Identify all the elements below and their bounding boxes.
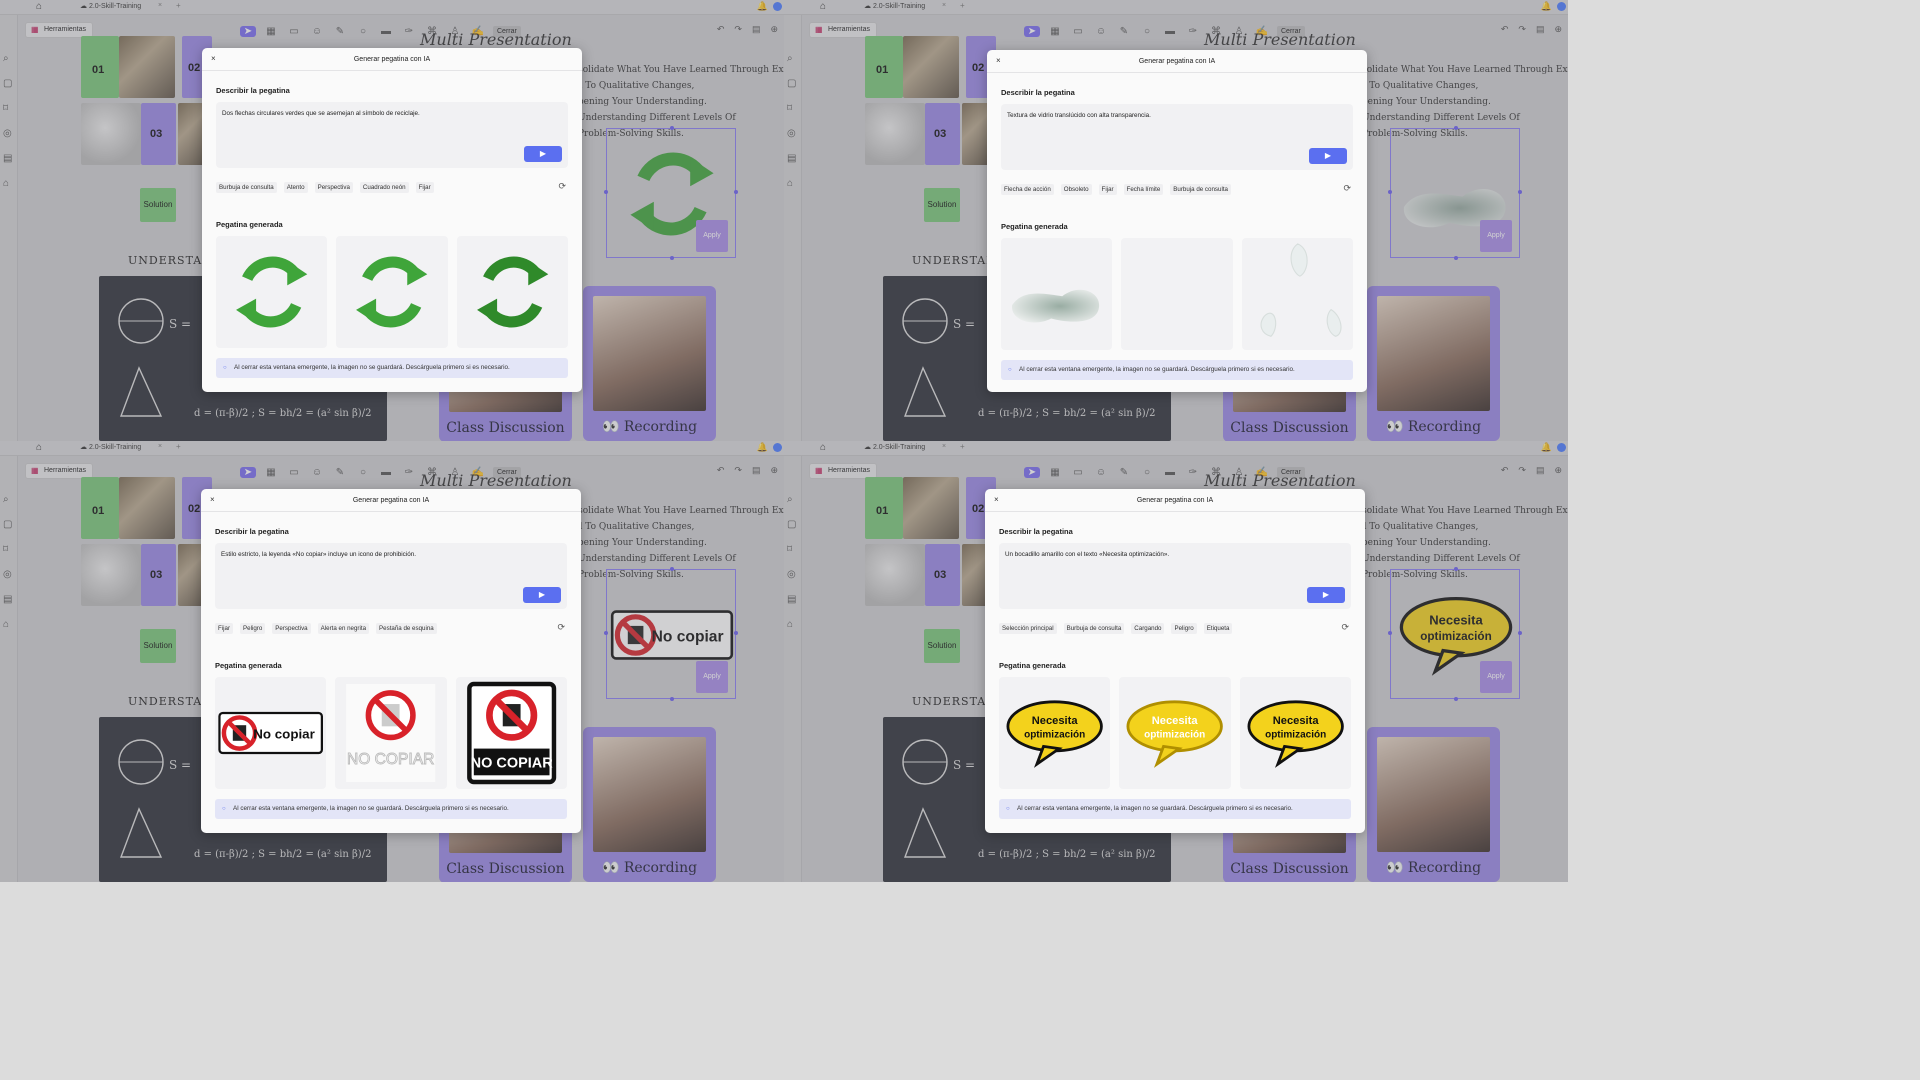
sticker-text-line1: Necesita xyxy=(1272,715,1319,727)
suggestion-chip[interactable]: Peligro xyxy=(240,623,266,634)
suggestion-chip[interactable]: Fecha límite xyxy=(1123,184,1164,195)
sticker-text-line1: Necesita xyxy=(1032,715,1079,727)
screenshot-pane-2: ⌂☁ 2.0-Skill-Training×+🔔⌕▢⌑◎▤⌂Herramient… xyxy=(784,0,1568,441)
suggestion-chip[interactable]: Obsoleto xyxy=(1060,184,1092,195)
ai-sticker-modal: × Generar pegatina con IA Describir la peg… xyxy=(201,489,581,833)
generated-results xyxy=(216,236,568,348)
describe-label: Describir la pegatina xyxy=(1001,88,1075,97)
suggestion-chip[interactable]: Burbuja de consulta xyxy=(1170,184,1231,195)
suggestion-chip[interactable]: Pestaña de esquina xyxy=(376,623,437,634)
generated-sticker-option[interactable]: NO COPIAR xyxy=(335,677,447,789)
suggestion-chip[interactable]: Perspectiva xyxy=(314,182,353,193)
modal-divider xyxy=(985,511,1365,512)
suggestion-chip[interactable]: Burbuja de consulta xyxy=(216,182,277,193)
sticker-text: NO COPIAR xyxy=(347,751,434,768)
modal-divider xyxy=(201,511,581,512)
sticker-text-line2: optimización xyxy=(1144,729,1205,740)
unsaved-warning-note: Al cerrar esta ventana emergente, la ima… xyxy=(216,358,568,378)
suggestion-chip[interactable]: Fijar xyxy=(415,182,434,193)
modal-divider xyxy=(987,72,1367,73)
suggestion-chip[interactable]: Cargando xyxy=(1131,623,1165,634)
prompt-textarea[interactable]: Un bocadillo amarillo con el texto «Nece… xyxy=(999,543,1351,609)
generated-results: No copiar NO COPIAR NO COPIAR xyxy=(215,677,567,789)
ai-sticker-modal: × Generar pegatina con IA Describir la peg… xyxy=(202,48,582,392)
generated-label: Pegatina generada xyxy=(999,661,1066,670)
prompt-textarea[interactable]: Textura de vidrio translúcido con alta t… xyxy=(1001,104,1353,170)
suggestion-chip[interactable]: Selección principal xyxy=(999,623,1057,634)
modal-title: Generar pegatina con IA xyxy=(1138,58,1216,65)
modal-title: Generar pegatina con IA xyxy=(352,497,430,504)
screenshot-pane-1: ⌂☁ 2.0-Skill-Training×+🔔⌕▢⌑◎▤⌂Herramient… xyxy=(0,0,784,441)
suggestion-chip[interactable]: Peligro xyxy=(1171,623,1197,634)
sticker-text-line2: optimización xyxy=(1024,729,1085,740)
generated-label: Pegatina generada xyxy=(1001,222,1068,231)
sticker-text: No copiar xyxy=(253,727,315,742)
suggestion-chip[interactable]: Alerta en negrita xyxy=(317,623,370,634)
unsaved-warning-note: Al cerrar esta ventana emergente, la ima… xyxy=(999,799,1351,819)
screenshot-pane-4: ⌂☁ 2.0-Skill-Training×+🔔⌕▢⌑◎▤⌂Herramient… xyxy=(784,441,1568,882)
sticker-text-line1: Necesita xyxy=(1152,715,1199,727)
modal-title: Generar pegatina con IA xyxy=(353,56,431,63)
suggestion-chip[interactable]: Fijar xyxy=(215,623,234,634)
send-button[interactable]: ▶ xyxy=(1307,587,1345,603)
suggestion-chip[interactable]: Fijar xyxy=(1098,184,1117,195)
generated-sticker-option[interactable] xyxy=(336,236,448,348)
prompt-text: Dos flechas circulares verdes que se ase… xyxy=(222,110,420,117)
suggestion-chip[interactable]: Atento xyxy=(283,182,308,193)
describe-label: Describir la pegatina xyxy=(216,86,290,95)
sticker-text: NO COPIAR xyxy=(470,756,553,772)
modal-title: Generar pegatina con IA xyxy=(1136,497,1214,504)
suggestion-chip[interactable]: Perspectiva xyxy=(272,623,311,634)
suggestion-chip[interactable]: Flecha de acción xyxy=(1001,184,1054,195)
generated-sticker-option[interactable]: Necesita optimización xyxy=(1239,677,1351,789)
suggestion-chip[interactable]: Burbuja de consulta xyxy=(1063,623,1125,634)
generated-sticker-option[interactable] xyxy=(1241,238,1353,350)
modal-divider xyxy=(202,70,582,71)
send-button[interactable]: ▶ xyxy=(523,587,561,603)
unsaved-warning-note: Al cerrar esta ventana emergente, la ima… xyxy=(1001,360,1353,380)
generated-sticker-option[interactable]: Necesita optimización xyxy=(999,677,1111,789)
send-button[interactable]: ▶ xyxy=(1309,148,1347,164)
suggestion-chip[interactable]: Etiqueta xyxy=(1203,623,1233,634)
suggestion-chips: Selección principal Burbuja de consulta Ca… xyxy=(999,623,1233,634)
generated-results xyxy=(1001,238,1353,350)
prompt-text: Un bocadillo amarillo con el texto «Nece… xyxy=(1005,551,1170,558)
suggestion-chip[interactable]: Cuadrado neón xyxy=(359,182,409,193)
refresh-icon[interactable]: ⟳ xyxy=(1343,183,1351,194)
ai-sticker-modal: × Generar pegatina con IA Describir la peg… xyxy=(985,489,1365,833)
prompt-text: Textura de vidrio translúcido con alta t… xyxy=(1007,112,1151,119)
generated-label: Pegatina generada xyxy=(216,220,283,229)
generated-label: Pegatina generada xyxy=(215,661,282,670)
screenshot-pane-3: ⌂☁ 2.0-Skill-Training×+🔔⌕▢⌑◎▤⌂Herramient… xyxy=(0,441,784,882)
generated-sticker-option[interactable] xyxy=(456,236,568,348)
describe-label: Describir la pegatina xyxy=(999,527,1073,536)
suggestion-chips: Flecha de acción Obsoleto Fijar Fecha límit… xyxy=(1001,184,1231,195)
generated-results: Necesita optimización Necesita optimización… xyxy=(999,677,1351,789)
unsaved-warning-note: Al cerrar esta ventana emergente, la ima… xyxy=(215,799,567,819)
ai-sticker-modal: × Generar pegatina con IA Describir la peg… xyxy=(987,50,1367,392)
refresh-icon[interactable]: ⟳ xyxy=(557,622,565,633)
describe-label: Describir la pegatina xyxy=(215,527,289,536)
refresh-icon[interactable]: ⟳ xyxy=(558,181,566,192)
prompt-text: Estilo estricto, la leyenda «No copiar» … xyxy=(221,551,416,558)
quad-screenshot-grid: ⌂☁ 2.0-Skill-Training×+🔔⌕▢⌑◎▤⌂Herramient… xyxy=(0,0,1568,882)
sticker-text-line2: optimización xyxy=(1265,729,1326,740)
generated-sticker-option[interactable]: No copiar xyxy=(215,677,327,789)
prompt-textarea[interactable]: Estilo estricto, la leyenda «No copiar» … xyxy=(215,543,567,609)
generated-sticker-option[interactable] xyxy=(216,236,328,348)
suggestion-chips: Fijar Peligro Perspectiva Alerta en negrita… xyxy=(215,623,437,634)
generated-sticker-option[interactable]: NO COPIAR xyxy=(455,677,567,789)
generated-sticker-option[interactable] xyxy=(1001,238,1113,350)
send-button[interactable]: ▶ xyxy=(524,146,562,162)
generated-sticker-option[interactable]: Necesita optimización xyxy=(1119,677,1231,789)
generated-sticker-option[interactable] xyxy=(1121,238,1233,350)
refresh-icon[interactable]: ⟳ xyxy=(1341,622,1349,633)
suggestion-chips: Burbuja de consulta Atento Perspectiva Cuad… xyxy=(216,182,434,193)
prompt-textarea[interactable]: Dos flechas circulares verdes que se ase… xyxy=(216,102,568,168)
